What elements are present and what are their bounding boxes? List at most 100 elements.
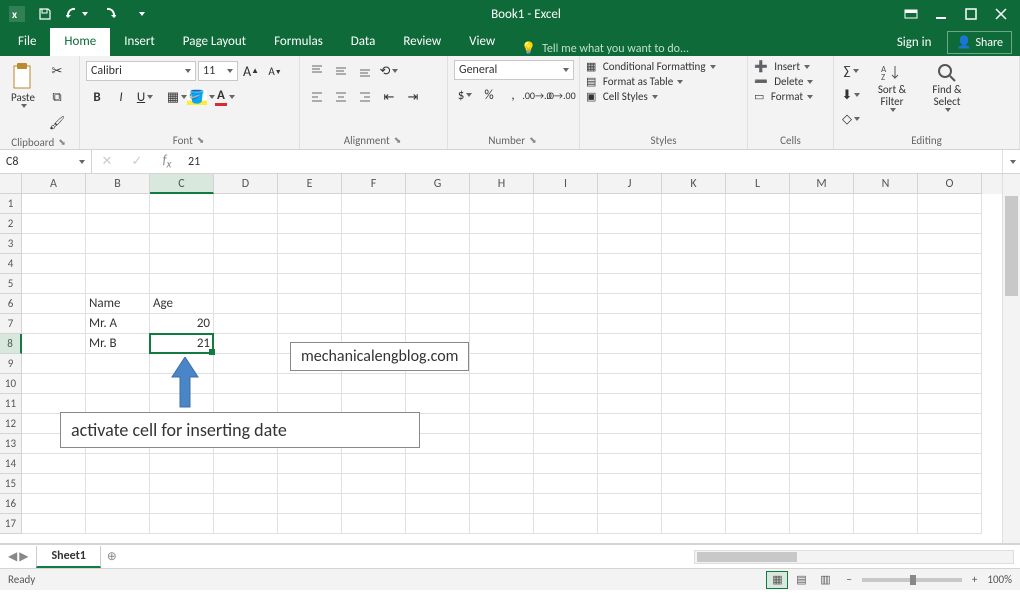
cell-F2[interactable] xyxy=(342,214,406,234)
col-header-O[interactable]: O xyxy=(918,174,982,194)
cell-E1[interactable] xyxy=(278,194,342,214)
cell-K9[interactable] xyxy=(662,354,726,374)
cell-L6[interactable] xyxy=(726,294,790,314)
cell-F4[interactable] xyxy=(342,254,406,274)
cell-E17[interactable] xyxy=(278,514,342,534)
cell-K11[interactable] xyxy=(662,394,726,414)
cell-K10[interactable] xyxy=(662,374,726,394)
cell-M1[interactable] xyxy=(790,194,854,214)
cell-J14[interactable] xyxy=(598,454,662,474)
ribbon-options-icon[interactable] xyxy=(898,3,924,25)
cell-M9[interactable] xyxy=(790,354,854,374)
tab-page-layout[interactable]: Page Layout xyxy=(169,28,260,56)
tab-home[interactable]: Home xyxy=(50,28,110,56)
cell-L4[interactable] xyxy=(726,254,790,274)
cell-I15[interactable] xyxy=(534,474,598,494)
cell-I9[interactable] xyxy=(534,354,598,374)
cell-G17[interactable] xyxy=(406,514,470,534)
cell-M7[interactable] xyxy=(790,314,854,334)
col-header-G[interactable]: G xyxy=(406,174,470,194)
cell-M17[interactable] xyxy=(790,514,854,534)
format-painter-icon[interactable]: 🖌 xyxy=(46,112,68,134)
cell-O2[interactable] xyxy=(918,214,982,234)
cell-H10[interactable] xyxy=(470,374,534,394)
align-top-icon[interactable] xyxy=(306,60,328,82)
sheet-tab-sheet1[interactable]: Sheet1 xyxy=(36,546,100,568)
fill-color-icon[interactable]: 🪣 xyxy=(190,86,212,108)
page-layout-view-icon[interactable]: ▤ xyxy=(790,571,812,589)
cell-M16[interactable] xyxy=(790,494,854,514)
cell-J5[interactable] xyxy=(598,274,662,294)
qat-customize-icon[interactable] xyxy=(128,3,154,25)
zoom-slider[interactable] xyxy=(862,578,962,582)
spreadsheet-grid[interactable]: ABCDEFGHIJKLMNO 123456789101112131415161… xyxy=(0,174,1020,544)
tab-data[interactable]: Data xyxy=(337,28,390,56)
cell-K14[interactable] xyxy=(662,454,726,474)
cell-A16[interactable] xyxy=(22,494,86,514)
cell-D10[interactable] xyxy=(214,374,278,394)
cell-B4[interactable] xyxy=(86,254,150,274)
cell-H7[interactable] xyxy=(470,314,534,334)
hscroll-thumb[interactable] xyxy=(697,552,797,562)
col-header-M[interactable]: M xyxy=(790,174,854,194)
format-cells-button[interactable]: ▭ Format xyxy=(754,90,813,103)
cell-C2[interactable] xyxy=(150,214,214,234)
cell-F17[interactable] xyxy=(342,514,406,534)
cell-M15[interactable] xyxy=(790,474,854,494)
cell-J4[interactable] xyxy=(598,254,662,274)
cell-J8[interactable] xyxy=(598,334,662,354)
cell-F5[interactable] xyxy=(342,274,406,294)
bold-button[interactable]: B xyxy=(86,86,108,108)
cell-F3[interactable] xyxy=(342,234,406,254)
row-header-1[interactable]: 1 xyxy=(0,194,22,214)
cell-A15[interactable] xyxy=(22,474,86,494)
tab-file[interactable]: File xyxy=(4,28,50,56)
cell-I7[interactable] xyxy=(534,314,598,334)
cell-E6[interactable] xyxy=(278,294,342,314)
cell-B16[interactable] xyxy=(86,494,150,514)
cell-E3[interactable] xyxy=(278,234,342,254)
col-header-N[interactable]: N xyxy=(854,174,918,194)
close-icon[interactable] xyxy=(988,3,1014,25)
fx-icon[interactable]: fx xyxy=(152,153,182,171)
cell-G6[interactable] xyxy=(406,294,470,314)
row-header-12[interactable]: 12 xyxy=(0,414,22,434)
cell-K12[interactable] xyxy=(662,414,726,434)
cell-G2[interactable] xyxy=(406,214,470,234)
cell-G10[interactable] xyxy=(406,374,470,394)
cell-G5[interactable] xyxy=(406,274,470,294)
column-headers[interactable]: ABCDEFGHIJKLMNO xyxy=(22,174,1002,194)
cell-I14[interactable] xyxy=(534,454,598,474)
cell-C14[interactable] xyxy=(150,454,214,474)
cell-A17[interactable] xyxy=(22,514,86,534)
cell-I16[interactable] xyxy=(534,494,598,514)
cell-O9[interactable] xyxy=(918,354,982,374)
cell-J9[interactable] xyxy=(598,354,662,374)
cell-E11[interactable] xyxy=(278,394,342,414)
cell-C16[interactable] xyxy=(150,494,214,514)
cell-C8[interactable]: 21 xyxy=(150,334,214,354)
cell-B17[interactable] xyxy=(86,514,150,534)
cell-B15[interactable] xyxy=(86,474,150,494)
cell-H13[interactable] xyxy=(470,434,534,454)
cell-N13[interactable] xyxy=(854,434,918,454)
cell-O7[interactable] xyxy=(918,314,982,334)
cell-L9[interactable] xyxy=(726,354,790,374)
cell-D11[interactable] xyxy=(214,394,278,414)
cell-B5[interactable] xyxy=(86,274,150,294)
cell-H17[interactable] xyxy=(470,514,534,534)
cut-icon[interactable]: ✂ xyxy=(46,60,68,82)
cell-A7[interactable] xyxy=(22,314,86,334)
cell-L5[interactable] xyxy=(726,274,790,294)
cell-N17[interactable] xyxy=(854,514,918,534)
cell-I12[interactable] xyxy=(534,414,598,434)
cell-O3[interactable] xyxy=(918,234,982,254)
cell-A3[interactable] xyxy=(22,234,86,254)
cell-D16[interactable] xyxy=(214,494,278,514)
cell-K15[interactable] xyxy=(662,474,726,494)
formula-input[interactable]: 21 xyxy=(182,155,1002,169)
cell-L1[interactable] xyxy=(726,194,790,214)
cell-O1[interactable] xyxy=(918,194,982,214)
cell-B10[interactable] xyxy=(86,374,150,394)
cell-E2[interactable] xyxy=(278,214,342,234)
